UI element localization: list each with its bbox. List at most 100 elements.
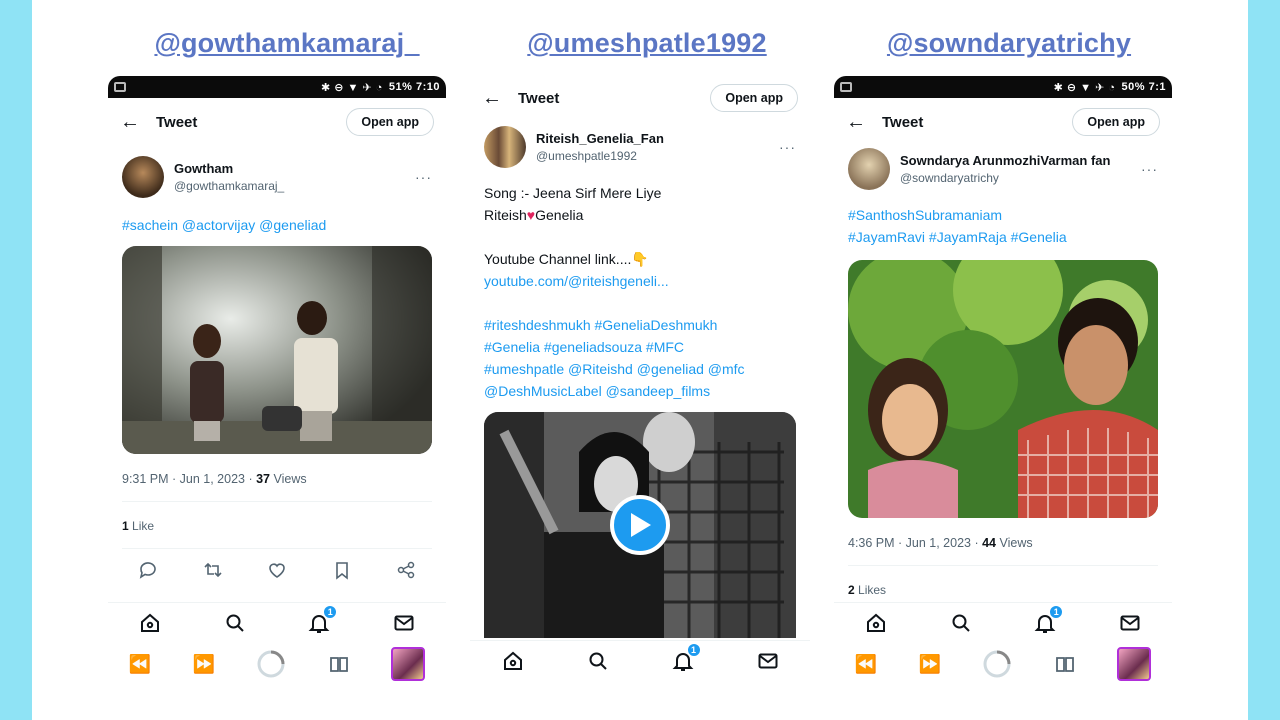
phone-screen-3: ✱ ⊖ ▼ ✈ ◔ 50% 7:1 ← Tweet Open app Sownd… [834, 76, 1172, 692]
likes-row[interactable]: 2 Likes [848, 583, 886, 597]
loading-spinner-icon [257, 650, 285, 678]
open-app-button[interactable]: Open app [1072, 108, 1160, 136]
page-title: Tweet [882, 113, 924, 131]
more-options-icon[interactable]: ··· [415, 169, 432, 185]
top-bar: ← Tweet Open app [834, 104, 1172, 140]
more-options-icon[interactable]: ··· [1141, 161, 1158, 177]
tweet-author[interactable]: Riteish_Genelia_Fan @umeshpatle1992 ··· [484, 126, 796, 168]
author-handle[interactable]: @gowthamkamaraj_ [174, 179, 415, 193]
open-app-button[interactable]: Open app [710, 84, 798, 112]
hashtag-line-4[interactable]: @DeshMusicLabel @sandeep_films [484, 380, 800, 402]
column-title-3: @sowndaryatrichy [886, 28, 1132, 58]
back-arrow-icon[interactable]: ← [482, 87, 518, 110]
home-icon[interactable] [501, 649, 525, 673]
author-handle[interactable]: @sowndaryatrichy [900, 171, 1141, 185]
avatar[interactable] [484, 126, 526, 168]
home-icon[interactable] [138, 611, 162, 635]
loading-spinner-icon [983, 650, 1011, 678]
column-title-1: @gowthamkamaraj_ [154, 28, 420, 58]
phone-screen-2: ← Tweet Open app Riteish_Genelia_Fan @um… [470, 76, 810, 690]
tweet-author[interactable]: Gowtham @gowthamkamaraj_ ··· [122, 156, 432, 198]
likes-row[interactable]: 1 Like [122, 519, 154, 533]
reply-icon[interactable] [138, 560, 158, 580]
gallery-icon [840, 82, 852, 92]
status-bar-right: ✱ ⊖ ▼ ✈ ◔ 51% 7:10 [321, 81, 440, 94]
couple-line: Riteish♥Genelia [484, 207, 584, 223]
search-icon[interactable] [223, 611, 247, 635]
photo-couple-outdoor [848, 260, 1158, 518]
song-line: Song :- Jeena Sirf Mere Liye [484, 185, 662, 201]
app-thumbnail[interactable] [1117, 647, 1152, 681]
phone-screen-1: ✱ ⊖ ▼ ✈ ◔ 51% 7:10 ← Tweet Open app Gowt… [108, 76, 446, 692]
messages-icon[interactable] [1118, 611, 1142, 635]
retweet-icon[interactable] [203, 560, 223, 580]
bookmark-icon[interactable] [332, 560, 352, 580]
notification-badge: 1 [1049, 604, 1064, 619]
tweet-meta: 9:31 PM · Jun 1, 2023 · 37 Views [122, 472, 307, 486]
fast-forward-icon[interactable]: ⏩ [919, 654, 941, 675]
rewind-icon[interactable]: ⏪ [129, 654, 151, 675]
system-bar: ⏪ ⏩ [108, 644, 446, 684]
play-button[interactable] [610, 495, 670, 555]
tweet-text: Song :- Jeena Sirf Mere Liye Riteish♥Gen… [484, 182, 800, 402]
column-title-2: @umeshpatle1992 [527, 28, 767, 58]
tweet-text-links[interactable]: #sachein @actorvijay @geneliad [122, 214, 436, 236]
author-name[interactable]: Gowtham [174, 161, 415, 176]
hashtag-line-1[interactable]: #riteshdeshmukh #GeneliaDeshmukh [484, 314, 800, 336]
book-icon[interactable] [328, 653, 350, 675]
avatar[interactable] [848, 148, 890, 190]
page-title: Tweet [518, 89, 560, 107]
likes-count: 1 [122, 519, 129, 533]
share-icon[interactable] [396, 560, 416, 580]
author-name[interactable]: Riteish_Genelia_Fan [536, 131, 779, 146]
home-icon[interactable] [864, 611, 888, 635]
back-arrow-icon[interactable]: ← [846, 111, 882, 134]
hashtag-line-3[interactable]: #umeshpatle @Riteishd @geneliad @mfc [484, 358, 800, 380]
status-bar: ✱ ⊖ ▼ ✈ ◔ 51% 7:10 [108, 76, 446, 98]
notifications-icon[interactable]: 1 [307, 604, 338, 635]
pointing-down-emoji-icon: 👇 [631, 251, 649, 267]
more-options-icon[interactable]: ··· [779, 139, 796, 155]
youtube-label-line: Youtube Channel link....👇 [484, 251, 649, 267]
author-handle[interactable]: @umeshpatle1992 [536, 149, 779, 163]
hashtag-line-2[interactable]: #JayamRavi #JayamRaja #Genelia [848, 226, 1162, 248]
status-icons: ✱ ⊖ ▼ ✈ ◔ [321, 81, 383, 94]
hashtag-line-1[interactable]: #SanthoshSubramaniam [848, 204, 1162, 226]
back-arrow-icon[interactable]: ← [120, 111, 156, 134]
views-label: Views [270, 472, 307, 486]
author-name[interactable]: Sowndarya ArunmozhiVarman fan [900, 153, 1141, 168]
search-icon[interactable] [586, 649, 610, 673]
tweet-meta: 4:36 PM · Jun 1, 2023 · 44 Views [848, 536, 1033, 550]
avatar[interactable] [122, 156, 164, 198]
messages-icon[interactable] [392, 611, 416, 635]
app-thumbnail[interactable] [391, 647, 426, 681]
view-count: 44 [982, 536, 997, 550]
tweet-image[interactable] [122, 246, 432, 454]
hashtag-line-2[interactable]: #Genelia #geneliadsouza #MFC [484, 336, 800, 358]
status-icons: ✱ ⊖ ▼ ✈ ◔ [1053, 81, 1116, 94]
tweet-video[interactable] [484, 412, 796, 638]
notifications-icon[interactable]: 1 [671, 642, 701, 673]
heart-emoji-icon: ♥ [526, 207, 536, 223]
rewind-icon[interactable]: ⏪ [855, 654, 877, 675]
photo-couple-forest [122, 246, 432, 454]
status-bar-right: ✱ ⊖ ▼ ✈ ◔ 50% 7:1 [1054, 81, 1166, 94]
top-bar: ← Tweet Open app [108, 104, 446, 140]
fast-forward-icon[interactable]: ⏩ [193, 654, 215, 675]
likes-count: 2 [848, 583, 855, 597]
tweet-author[interactable]: Sowndarya ArunmozhiVarman fan @sowndarya… [848, 148, 1158, 190]
notifications-icon[interactable]: 1 [1033, 604, 1064, 635]
page-title: Tweet [156, 113, 198, 131]
open-app-button[interactable]: Open app [346, 108, 434, 136]
tweet-image[interactable] [848, 260, 1158, 518]
view-count: 37 [256, 472, 271, 486]
tweet-actions [138, 560, 416, 580]
messages-icon[interactable] [756, 649, 780, 673]
divider [122, 548, 432, 549]
search-icon[interactable] [949, 611, 973, 635]
play-icon [631, 513, 651, 537]
youtube-link[interactable]: youtube.com/@riteishgeneli... [484, 270, 800, 292]
like-icon[interactable] [267, 560, 287, 580]
likes-label: Likes [854, 583, 887, 597]
book-icon[interactable] [1054, 653, 1076, 675]
